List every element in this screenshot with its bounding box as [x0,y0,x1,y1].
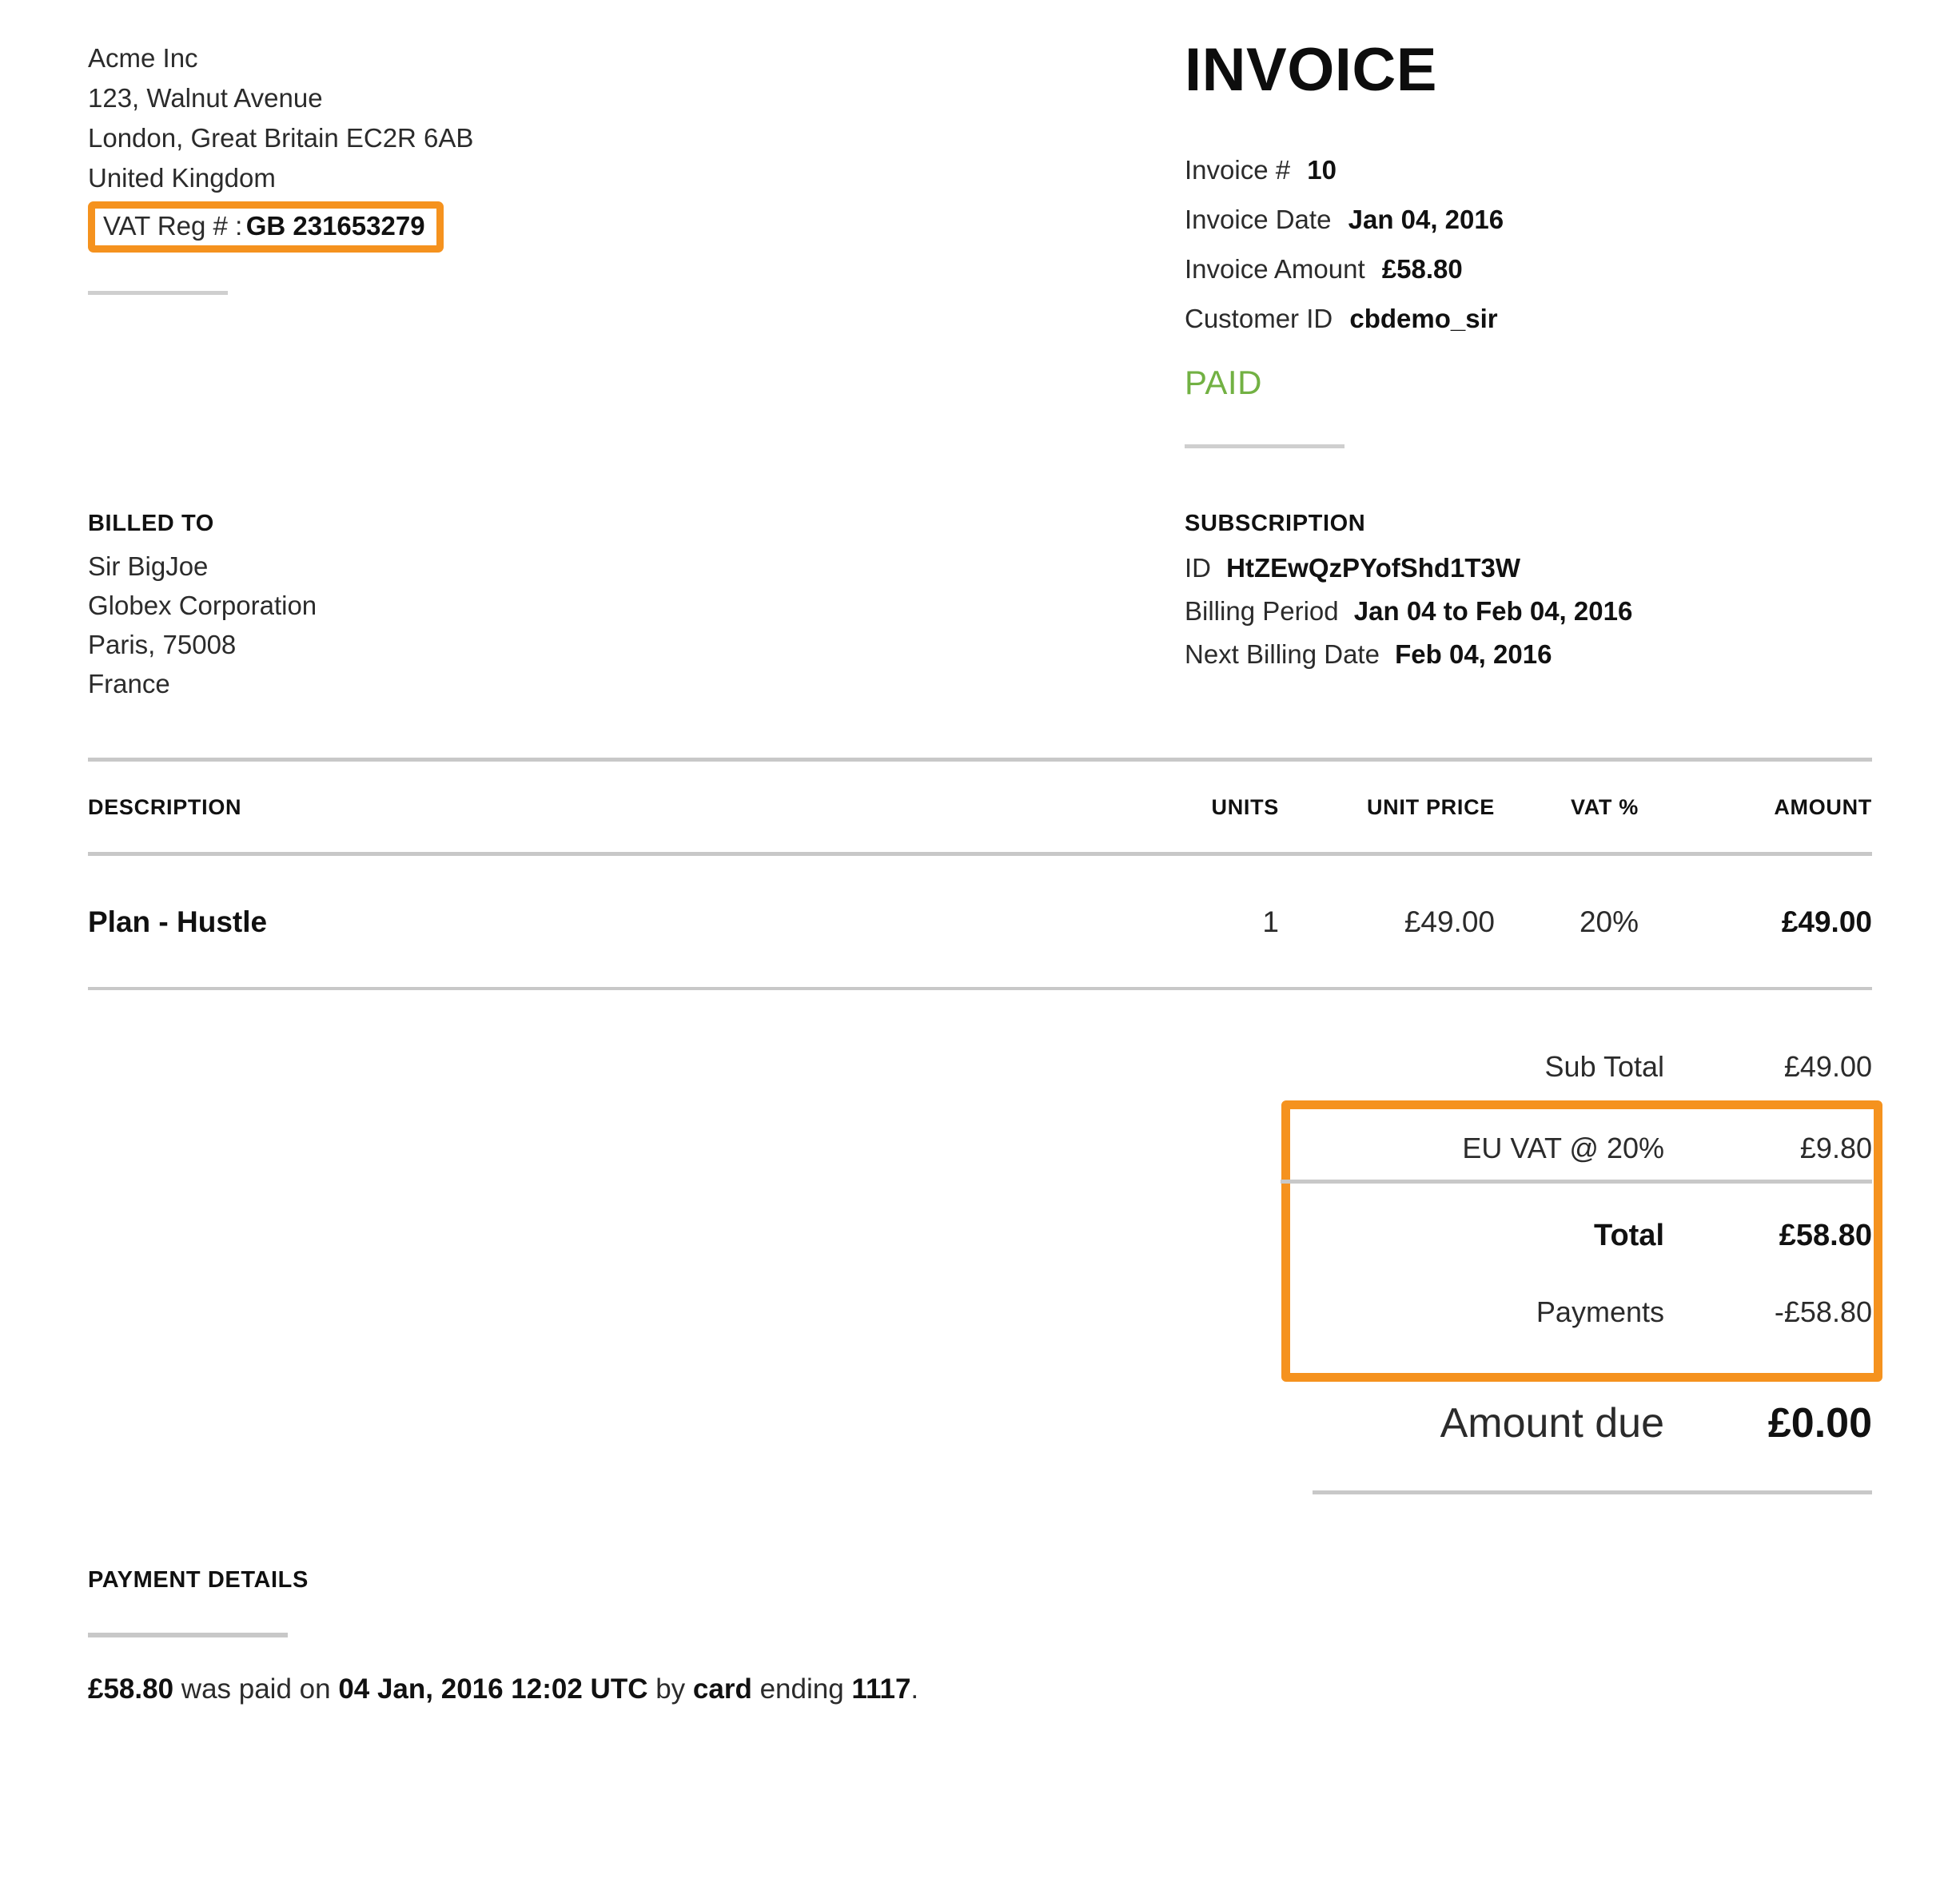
invoice-date-label: Invoice Date [1185,205,1332,234]
invoice-header: Acme Inc 123, Walnut Avenue London, Grea… [88,38,1872,448]
customer-id-row: Customer ID cbdemo_sir [1185,294,1872,344]
line-items-section: DESCRIPTION UNITS UNIT PRICE VAT % AMOUN… [88,758,1872,990]
row-vat-pct: 20% [1579,905,1639,938]
vat-amount-value: £9.80 [1799,1132,1872,1164]
payment-card-last4: 1117 [851,1673,911,1705]
amount-due-row: Amount due £0.00 [1263,1351,1872,1447]
subscription-id-label: ID [1185,553,1211,583]
row-description: Plan - Hustle [88,905,268,938]
total-label: Total [1594,1219,1664,1252]
invoice-amount-row: Invoice Amount £58.80 [1185,245,1872,294]
billed-to-block: BILLED TO Sir BigJoe Globex Corporation … [88,503,807,703]
payment-text-2: by [647,1673,693,1705]
company-name: Acme Inc [88,43,198,73]
col-header-description: DESCRIPTION [88,795,242,819]
payment-details-text: £58.80 was paid on 04 Jan, 2016 12:02 UT… [88,1669,1607,1709]
subtotal-row: Sub Total £49.00 [1263,1039,1872,1100]
amount-due-label: Amount due [1440,1400,1664,1446]
invoice-meta-divider [1185,444,1345,448]
billed-to-heading: BILLED TO [88,511,214,536]
amount-due-divider [1313,1490,1872,1494]
invoice-number-value: 10 [1307,155,1337,185]
subscription-id-row: ID HtZEwQzPYofShd1T3W [1185,547,1872,590]
subscription-heading: SUBSCRIPTION [1185,511,1366,536]
payments-value: -£58.80 [1774,1295,1872,1328]
payment-details-heading: PAYMENT DETAILS [88,1567,309,1593]
billed-to-city: Paris, 75008 [88,630,237,659]
col-header-vat-pct: VAT % [1570,795,1639,819]
vat-amount-label: EU VAT @ 20% [1462,1132,1664,1164]
customer-id-label: Customer ID [1185,304,1333,333]
total-row: Total £58.80 [1263,1184,1872,1278]
invoice-number-label: Invoice # [1185,155,1291,185]
billing-period-label: Billing Period [1185,596,1339,626]
payment-text-1: was paid on [173,1673,339,1705]
company-address-block: Acme Inc 123, Walnut Avenue London, Grea… [88,38,807,295]
company-country: United Kingdom [88,163,276,193]
subscription-id-value: HtZEwQzPYofShd1T3W [1226,553,1521,583]
total-value: £58.80 [1779,1219,1872,1252]
totals-section: Sub Total £49.00 EU VAT @ 20% £9.80 Tota… [1263,1039,1872,1494]
payment-method: card [692,1673,752,1705]
parties-section: BILLED TO Sir BigJoe Globex Corporation … [88,503,1872,703]
billed-to-country: France [88,669,170,698]
next-billing-date-label: Next Billing Date [1185,639,1380,669]
company-address-line-1: 123, Walnut Avenue [88,83,323,113]
company-address-line-2: London, Great Britain EC2R 6AB [88,123,474,153]
vat-reg-value: GB 231653279 [245,211,425,241]
billed-to-company: Globex Corporation [88,591,317,620]
payments-label: Payments [1536,1295,1664,1328]
row-unit-price: £49.00 [1404,905,1495,938]
billed-to-name: Sir BigJoe [88,551,209,581]
vat-registration-highlight: VAT Reg # : GB 231653279 [88,201,444,253]
amount-due-value: £0.00 [1767,1400,1872,1446]
table-header-row: DESCRIPTION UNITS UNIT PRICE VAT % AMOUN… [88,762,1872,852]
payment-amount: £58.80 [88,1673,174,1705]
payment-text-3: ending [751,1673,852,1705]
payment-details-section: PAYMENT DETAILS £58.80 was paid on 04 Ja… [88,1562,1607,1709]
table-bottom-border [88,987,1872,990]
invoice-meta-block: INVOICE Invoice # 10 Invoice Date Jan 04… [1185,38,1872,448]
row-amount: £49.00 [1781,905,1872,938]
address-divider [88,291,228,295]
invoice-date-row: Invoice Date Jan 04, 2016 [1185,195,1872,245]
billing-period-value: Jan 04 to Feb 04, 2016 [1353,596,1633,626]
billing-period-row: Billing Period Jan 04 to Feb 04, 2016 [1185,590,1872,633]
vat-row: EU VAT @ 20% £9.80 [1263,1100,1872,1180]
invoice-amount-label: Invoice Amount [1185,254,1365,284]
customer-id-value: cbdemo_sir [1349,304,1498,333]
next-billing-date-row: Next Billing Date Feb 04, 2016 [1185,633,1872,676]
invoice-title: INVOICE [1185,36,1437,104]
line-items-table: DESCRIPTION UNITS UNIT PRICE VAT % AMOUN… [88,762,1872,852]
subtotal-label: Sub Total [1544,1050,1664,1083]
payments-row: Payments -£58.80 [1263,1278,1872,1351]
next-billing-date-value: Feb 04, 2016 [1395,639,1552,669]
status-badge: PAID [1185,364,1262,401]
line-items-body: Plan - Hustle 1 £49.00 20% £49.00 [88,856,1872,987]
invoice-page: Acme Inc 123, Walnut Avenue London, Grea… [0,0,1960,1894]
subscription-block: SUBSCRIPTION ID HtZEwQzPYofShd1T3W Billi… [1185,503,1872,676]
invoice-amount-value: £58.80 [1381,254,1463,284]
subtotal-value: £49.00 [1783,1050,1872,1083]
row-units: 1 [1262,905,1279,938]
table-row: Plan - Hustle 1 £49.00 20% £49.00 [88,856,1872,987]
col-header-units: UNITS [1211,795,1279,819]
col-header-unit-price: UNIT PRICE [1366,795,1495,819]
payment-details-divider [88,1633,288,1637]
payment-text-4: . [910,1673,919,1705]
invoice-number-row: Invoice # 10 [1185,145,1872,195]
payment-date: 04 Jan, 2016 12:02 UTC [338,1673,648,1705]
vat-reg-label: VAT Reg # : [103,211,243,241]
col-header-amount: AMOUNT [1774,795,1872,819]
invoice-date-value: Jan 04, 2016 [1348,205,1504,234]
